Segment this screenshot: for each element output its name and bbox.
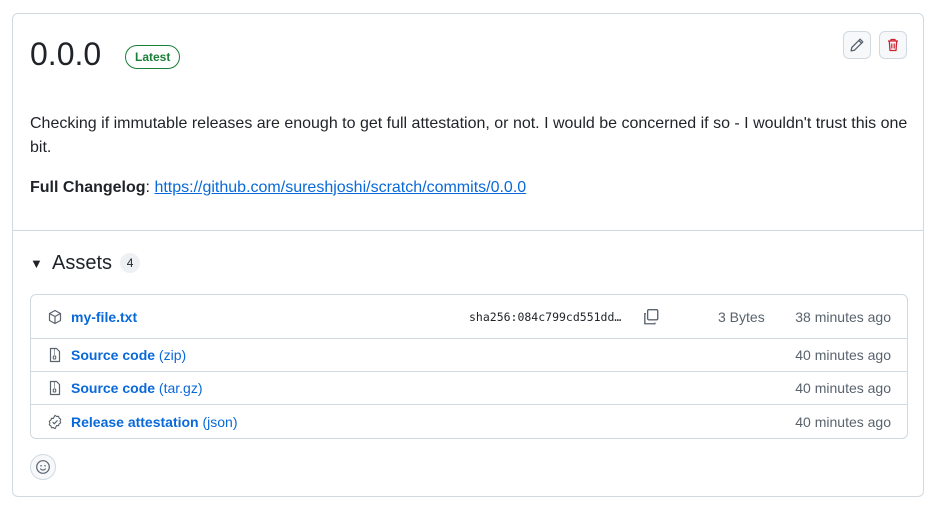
release-description: Checking if immutable releases are enoug… [30, 115, 908, 156]
asset-ext: (tar.gz) [158, 380, 203, 396]
asset-link[interactable]: my-file.txt [71, 309, 137, 325]
assets-toggle[interactable]: ▼ Assets 4 [30, 251, 141, 275]
asset-link[interactable]: Source code (tar.gz) [71, 380, 203, 396]
changelog-separator: : [145, 179, 150, 196]
changelog-label: Full Changelog [30, 179, 146, 196]
add-reaction-button[interactable] [30, 454, 56, 480]
release-title: 0.0.0 [30, 36, 102, 72]
asset-row: Release attestation (json) 40 minutes ag… [31, 405, 907, 438]
asset-time: 40 minutes ago [795, 347, 891, 363]
full-changelog: Full Changelog: https://github.com/sures… [30, 176, 526, 200]
asset-row: Source code (zip) 40 minutes ago [31, 339, 907, 372]
caret-down-icon: ▼ [30, 255, 43, 271]
edit-button[interactable] [843, 31, 871, 59]
assets-title: Assets [52, 251, 113, 274]
asset-time: 38 minutes ago [795, 308, 891, 325]
asset-size: 3 Bytes [718, 308, 765, 325]
asset-time: 40 minutes ago [795, 413, 891, 430]
asset-sha: sha256:084c799cd551dd… [469, 309, 622, 324]
asset-name: Source code [71, 347, 156, 363]
latest-badge: Latest [125, 45, 181, 69]
asset-ext: (zip) [158, 347, 187, 363]
assets-count: 4 [120, 253, 141, 273]
release-card: 0.0.0 Latest Checking if immutable relea… [12, 13, 924, 497]
asset-row: my-file.txt sha256:084c799cd551dd… 3 Byt… [31, 295, 907, 339]
changelog-link[interactable]: https://github.com/sureshjoshi/scratch/c… [154, 179, 526, 196]
asset-time: 40 minutes ago [795, 380, 891, 396]
copy-icon[interactable] [642, 308, 660, 326]
delete-button[interactable] [879, 31, 907, 59]
release-header: 0.0.0 Latest Checking if immutable relea… [13, 14, 923, 231]
asset-link[interactable]: Release attestation (json) [71, 414, 238, 430]
asset-link[interactable]: Source code (zip) [71, 347, 186, 363]
asset-row: Source code (tar.gz) 40 minutes ago [31, 372, 907, 405]
file-zip-icon [49, 380, 61, 396]
assets-list: my-file.txt sha256:084c799cd551dd… 3 Byt… [30, 294, 908, 439]
package-icon [48, 309, 62, 324]
asset-name: Source code [71, 380, 156, 396]
pencil-icon [850, 38, 864, 52]
verified-icon [48, 414, 62, 429]
file-zip-icon [49, 347, 61, 363]
trash-icon [888, 38, 898, 52]
asset-name: Release attestation [71, 413, 199, 430]
smiley-icon [36, 460, 50, 474]
asset-ext: (json) [202, 413, 238, 430]
